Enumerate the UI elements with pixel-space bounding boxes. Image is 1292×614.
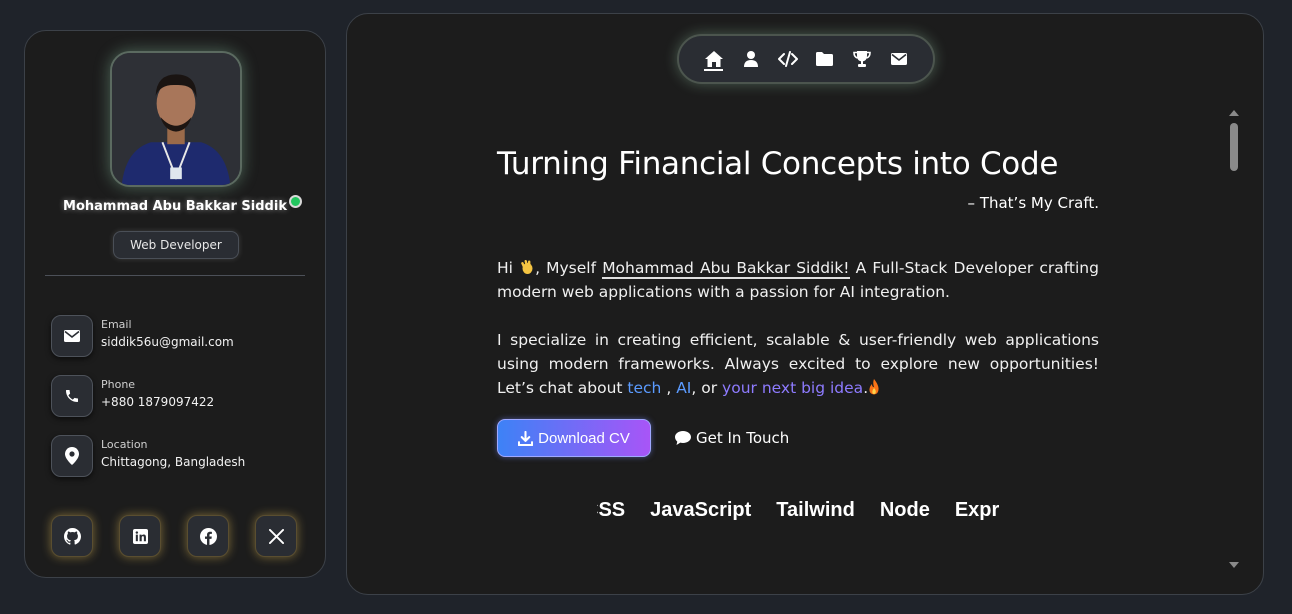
- scroll-down-arrow-icon[interactable]: [1229, 562, 1239, 568]
- chat-bubble-icon: [675, 431, 691, 445]
- specialize-paragraph: I specialize in creating efficient, scal…: [497, 328, 1099, 400]
- nav-skills[interactable]: [769, 34, 806, 84]
- waving-hand-icon: [521, 260, 533, 274]
- phone-icon: [51, 375, 93, 417]
- avatar: [110, 51, 242, 187]
- phone-label: Phone: [101, 378, 136, 391]
- email-value[interactable]: siddik56u@gmail.com: [101, 335, 234, 349]
- skill-item: Node: [879, 499, 930, 521]
- skills-track: CSS JavaScript Tailwind Node Express: [597, 499, 999, 522]
- map-pin-icon: [51, 435, 93, 477]
- tech-link[interactable]: tech: [627, 379, 661, 397]
- profile-sidebar: Mohammad Abu Bakkar Siddik Web Developer…: [24, 30, 326, 578]
- fire-icon: [869, 379, 879, 395]
- home-icon: [704, 51, 723, 67]
- hero-subtitle: – That’s My Craft.: [967, 194, 1099, 212]
- x-icon[interactable]: [255, 515, 297, 557]
- linkedin-icon[interactable]: [119, 515, 161, 557]
- code-icon: [777, 51, 798, 67]
- online-status-indicator: [289, 195, 302, 208]
- intro-paragraph: Hi , Myself Mohammad Abu Bakkar Siddik! …: [497, 256, 1099, 304]
- trophy-icon: [852, 51, 871, 67]
- intro-myself: , Myself: [535, 259, 597, 277]
- skill-item: CSS: [597, 499, 626, 521]
- contact-phone: Phone +880 1879097422: [51, 375, 311, 421]
- nav-about[interactable]: [732, 34, 769, 84]
- download-cv-button[interactable]: Download CV: [497, 419, 651, 457]
- comma-text: ,: [666, 379, 672, 397]
- nav-home[interactable]: [695, 34, 732, 84]
- or-text: , or: [691, 379, 718, 397]
- skills-marquee: CSS JavaScript Tailwind Node Express: [597, 494, 999, 528]
- get-in-touch-label: Get In Touch: [696, 429, 790, 447]
- role-badge: Web Developer: [113, 231, 239, 259]
- nav-projects[interactable]: [806, 34, 843, 84]
- top-navbar: [677, 34, 935, 84]
- hero-title: Turning Financial Concepts into Code: [497, 146, 1059, 182]
- contact-location: Location Chittagong, Bangladesh: [51, 435, 311, 481]
- ai-link[interactable]: AI: [676, 379, 691, 397]
- envelope-icon: [51, 315, 93, 357]
- intro-name: Mohammad Abu Bakkar Siddik!: [602, 259, 850, 279]
- scroll-thumb[interactable]: [1230, 123, 1238, 171]
- folder-icon: [816, 52, 833, 66]
- location-value: Chittagong, Bangladesh: [101, 455, 246, 469]
- get-in-touch-button[interactable]: Get In Touch: [675, 419, 789, 457]
- facebook-icon[interactable]: [187, 515, 229, 557]
- main-panel: Turning Financial Concepts into Code – T…: [346, 13, 1264, 595]
- divider: [45, 275, 305, 276]
- nav-contact[interactable]: [880, 34, 917, 84]
- mail-icon: [890, 53, 907, 65]
- big-idea-link[interactable]: your next big idea: [722, 379, 863, 397]
- profile-name: Mohammad Abu Bakkar Siddik: [63, 199, 287, 214]
- nav-achievements[interactable]: [843, 34, 880, 84]
- skill-item: Express: [954, 499, 999, 521]
- scroll-up-arrow-icon[interactable]: [1229, 110, 1239, 116]
- intro-hi: Hi: [497, 259, 513, 277]
- location-label: Location: [101, 438, 148, 451]
- scrollbar[interactable]: [1227, 108, 1241, 568]
- download-cv-label: Download CV: [538, 429, 630, 447]
- skill-item: JavaScript: [650, 499, 752, 521]
- github-icon[interactable]: [51, 515, 93, 557]
- avatar-photo: [112, 53, 240, 185]
- user-icon: [743, 51, 758, 67]
- download-icon: [518, 430, 534, 446]
- email-label: Email: [101, 318, 132, 331]
- phone-value[interactable]: +880 1879097422: [101, 395, 214, 409]
- skill-item: Tailwind: [776, 499, 855, 521]
- contact-email: Email siddik56u@gmail.com: [51, 315, 311, 361]
